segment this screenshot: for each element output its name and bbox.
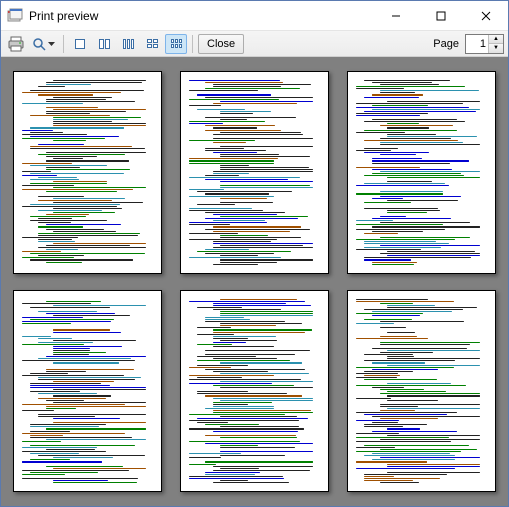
- layout-2page-button[interactable]: [93, 34, 115, 54]
- print-button[interactable]: [5, 34, 27, 54]
- close-label: Close: [207, 38, 235, 50]
- toolbar-separator: [63, 35, 64, 53]
- layout-1page-button[interactable]: [69, 34, 91, 54]
- grid-6-icon: [171, 39, 182, 48]
- window-controls: [373, 1, 508, 30]
- grid-1-icon: [75, 39, 85, 49]
- preview-page[interactable]: [180, 290, 329, 493]
- minimize-button[interactable]: [373, 1, 418, 30]
- app-icon: [7, 8, 23, 24]
- preview-page[interactable]: [13, 71, 162, 274]
- preview-page[interactable]: [13, 290, 162, 493]
- window-title: Print preview: [29, 9, 373, 23]
- maximize-button[interactable]: [418, 1, 463, 30]
- page-number-spinner[interactable]: ▲ ▼: [465, 34, 504, 54]
- close-preview-button[interactable]: Close: [198, 34, 244, 54]
- grid-4-icon: [147, 39, 158, 48]
- page-down-button[interactable]: ▼: [489, 44, 503, 53]
- layout-6page-button[interactable]: [165, 34, 187, 54]
- toolbar-separator: [192, 35, 193, 53]
- page-up-button[interactable]: ▲: [489, 35, 503, 45]
- preview-page[interactable]: [347, 290, 496, 493]
- preview-page[interactable]: [180, 71, 329, 274]
- grid-2-icon: [99, 39, 110, 49]
- layout-4page-button[interactable]: [141, 34, 163, 54]
- titlebar: Print preview: [1, 1, 508, 31]
- toolbar: Close Page ▲ ▼: [1, 31, 508, 57]
- close-window-button[interactable]: [463, 1, 508, 30]
- preview-area[interactable]: [1, 57, 508, 506]
- page-number-input[interactable]: [466, 35, 488, 53]
- grid-3-icon: [123, 39, 134, 49]
- page-label: Page: [433, 38, 459, 50]
- layout-3page-button[interactable]: [117, 34, 139, 54]
- zoom-dropdown[interactable]: [29, 34, 58, 54]
- preview-page[interactable]: [347, 71, 496, 274]
